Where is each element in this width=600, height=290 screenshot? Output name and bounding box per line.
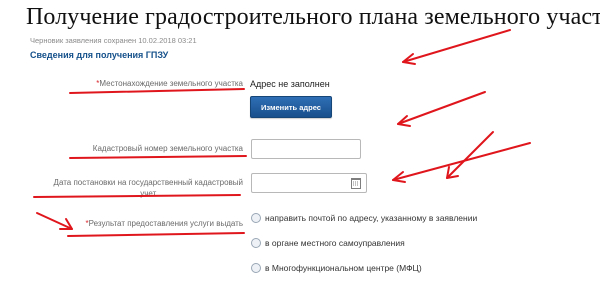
annotation-arrow	[397, 91, 486, 125]
annotation-layer	[33, 29, 531, 237]
annotation-underline	[69, 155, 247, 159]
annotation-underline	[67, 232, 245, 237]
annotation-arrow	[402, 29, 511, 63]
annotation-arrow	[392, 142, 531, 181]
annotation-underline	[69, 88, 245, 94]
annotation-underline	[33, 194, 241, 198]
